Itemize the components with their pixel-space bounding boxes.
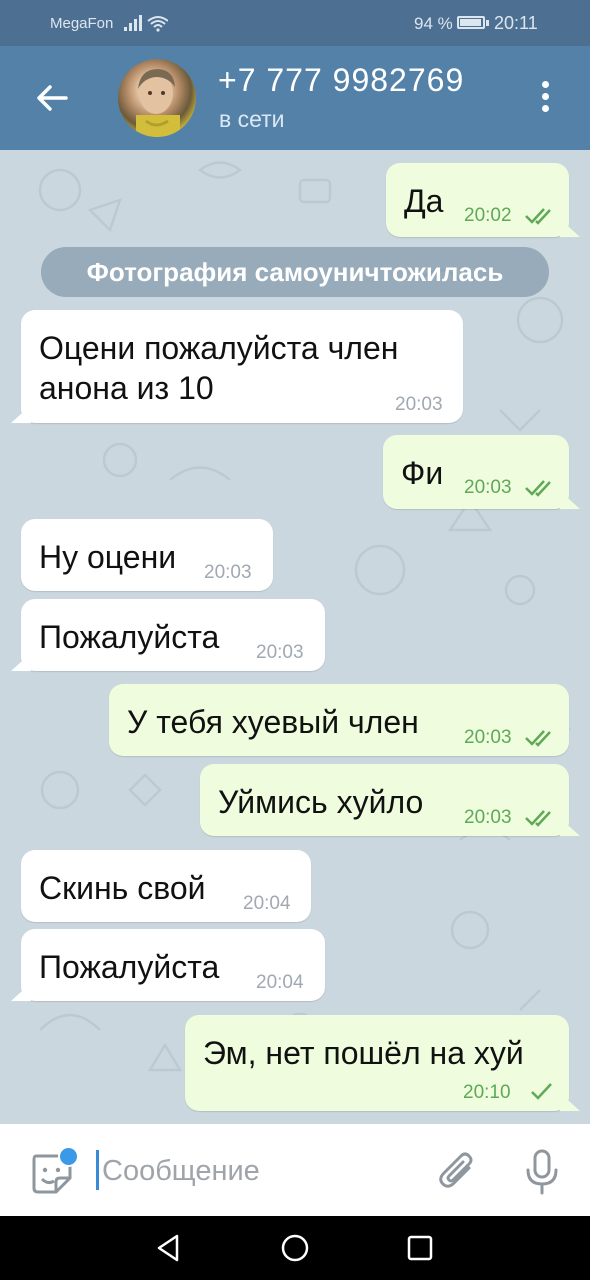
double-check-icon — [525, 730, 551, 747]
avatar[interactable] — [118, 59, 196, 137]
message-incoming[interactable]: Пожалуйста 20:04 — [21, 929, 325, 1001]
message-text: Ну оцени — [39, 539, 177, 575]
message-time: 20:03 — [395, 394, 443, 415]
message-outgoing[interactable]: Эм, нет пошёл на хуй 20:10 — [185, 1015, 569, 1111]
battery-percent: 94 % — [414, 14, 453, 33]
message-text: У тебя хуевый член — [127, 704, 419, 740]
nav-home-icon[interactable] — [277, 1230, 313, 1266]
message-outgoing[interactable]: Да 20:02 — [386, 163, 569, 237]
back-arrow-icon[interactable] — [30, 76, 74, 120]
nav-back-icon[interactable] — [151, 1230, 187, 1266]
message-outgoing[interactable]: Уймись хуйло 20:03 — [200, 764, 569, 836]
message-outgoing[interactable]: Фи 20:03 — [383, 435, 569, 509]
message-time: 20:02 — [464, 205, 512, 226]
online-status: в сети — [219, 106, 285, 132]
message-text: Да — [404, 183, 444, 219]
message-time: 20:10 — [463, 1082, 511, 1103]
battery-icon — [457, 16, 485, 29]
message-incoming[interactable]: Оцени пожалуйста член анона из 10 20:03 — [21, 310, 463, 423]
message-text: Пожалуйста — [39, 619, 220, 655]
attach-icon[interactable] — [436, 1148, 480, 1196]
double-check-icon — [525, 208, 551, 225]
message-time: 20:04 — [243, 893, 291, 914]
message-incoming[interactable]: Ну оцени 20:03 — [21, 519, 273, 591]
message-text: Уймись хуйло — [218, 784, 424, 820]
double-check-icon — [525, 810, 551, 827]
message-time: 20:03 — [464, 807, 512, 828]
message-incoming[interactable]: Скинь свой 20:04 — [21, 850, 311, 922]
message-text: Фи — [401, 455, 444, 491]
message-incoming[interactable]: Пожалуйста 20:03 — [21, 599, 325, 671]
message-text: Скинь свой — [39, 870, 206, 906]
status-bar: MegaFon 94 % 20:11 — [0, 0, 590, 46]
message-text: Эм, нет пошёл на хуй — [203, 1035, 524, 1071]
carrier-name: MegaFon — [50, 15, 114, 32]
signal-icon — [124, 15, 168, 32]
nav-recents-icon[interactable] — [402, 1230, 438, 1266]
message-time: 20:03 — [464, 477, 512, 498]
status-time: 20:11 — [494, 13, 538, 33]
single-check-icon — [531, 1083, 552, 1100]
message-input[interactable] — [100, 1146, 424, 1196]
chat-area[interactable]: Да 20:02 Фотография самоуничтожилась Оце… — [0, 150, 590, 1124]
service-message: Фотография самоуничтожилась — [41, 247, 549, 297]
message-time: 20:03 — [204, 562, 252, 583]
message-text-line: Оцени пожалуйста член — [39, 330, 399, 366]
double-check-icon — [525, 480, 551, 497]
system-nav-bar — [0, 1216, 590, 1280]
message-input-bar — [0, 1124, 590, 1216]
contact-phone[interactable]: +7 777 9982769 — [218, 62, 464, 99]
chat-header: +7 777 9982769 в сети — [0, 46, 590, 150]
message-outgoing[interactable]: У тебя хуевый член 20:03 — [109, 684, 569, 756]
sticker-badge — [58, 1146, 79, 1167]
mic-icon[interactable] — [522, 1148, 562, 1196]
message-time: 20:03 — [256, 642, 304, 663]
message-time: 20:04 — [256, 972, 304, 993]
more-vert-icon[interactable] — [530, 78, 560, 118]
message-time: 20:03 — [464, 727, 512, 748]
message-text: Пожалуйста — [39, 949, 220, 985]
message-text-line: анона из 10 — [39, 370, 214, 406]
